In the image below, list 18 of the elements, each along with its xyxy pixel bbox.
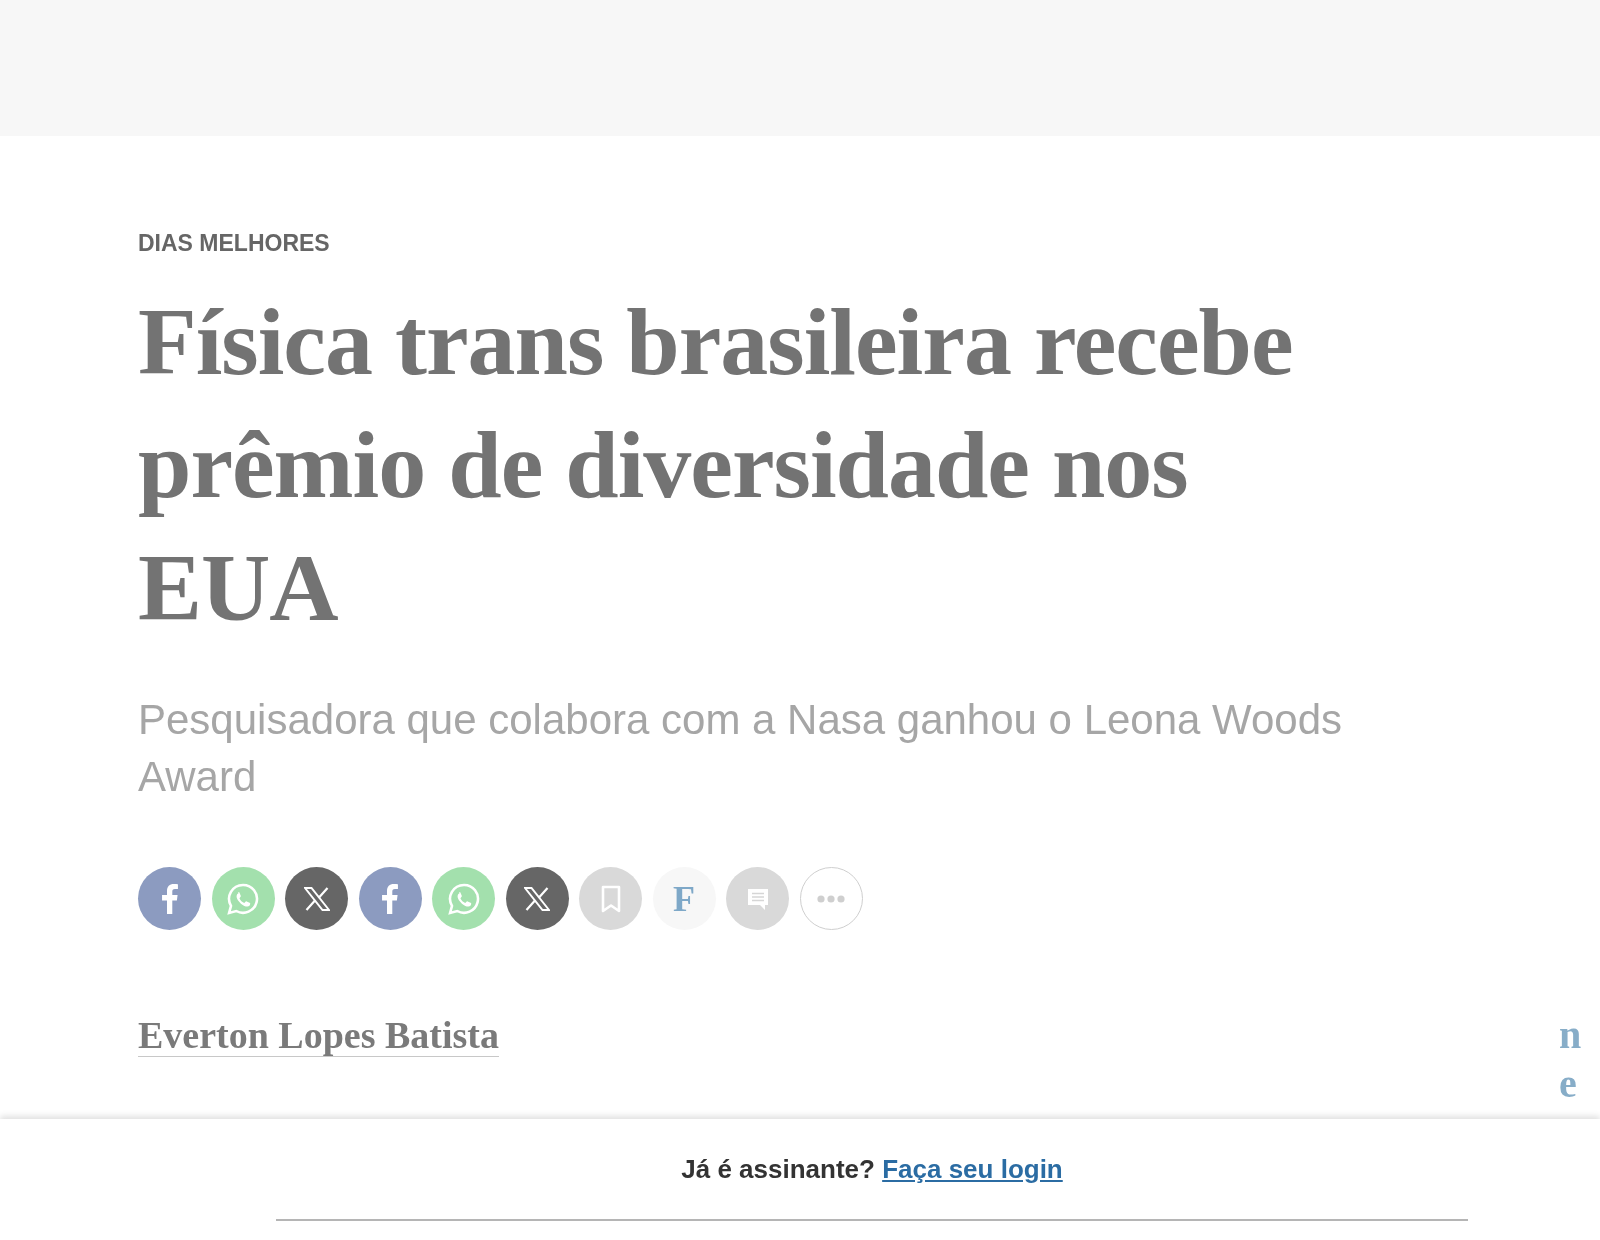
whatsapp-icon [227, 882, 259, 915]
login-link[interactable]: Faça seu login [882, 1153, 1063, 1184]
logo-button[interactable]: F [652, 867, 716, 930]
whatsapp-icon [447, 882, 480, 915]
author-link[interactable]: Everton Lopes Batista [138, 1014, 499, 1057]
x-logo-icon [524, 886, 550, 911]
headline-fragment[interactable]: n [1559, 1010, 1582, 1059]
login-prompt: Já é assinante? Faça seu login [681, 1153, 1063, 1185]
facebook-icon [382, 883, 398, 914]
facebook-icon [161, 883, 178, 914]
bookmark-icon [600, 884, 621, 913]
headline: Física trans brasileira recebe prêmio de diversidade nos EUA [138, 287, 1294, 643]
x-logo-icon [303, 886, 330, 911]
section-kicker[interactable]: DIAS MELHORES [138, 228, 330, 258]
more-icon [817, 894, 845, 903]
subheadline: Pesquisadora que colabora com a Nasa ganhou o Leona Woods Award [138, 695, 1344, 802]
comment-icon [745, 886, 770, 911]
headline-fragment[interactable]: e [1559, 1059, 1577, 1108]
